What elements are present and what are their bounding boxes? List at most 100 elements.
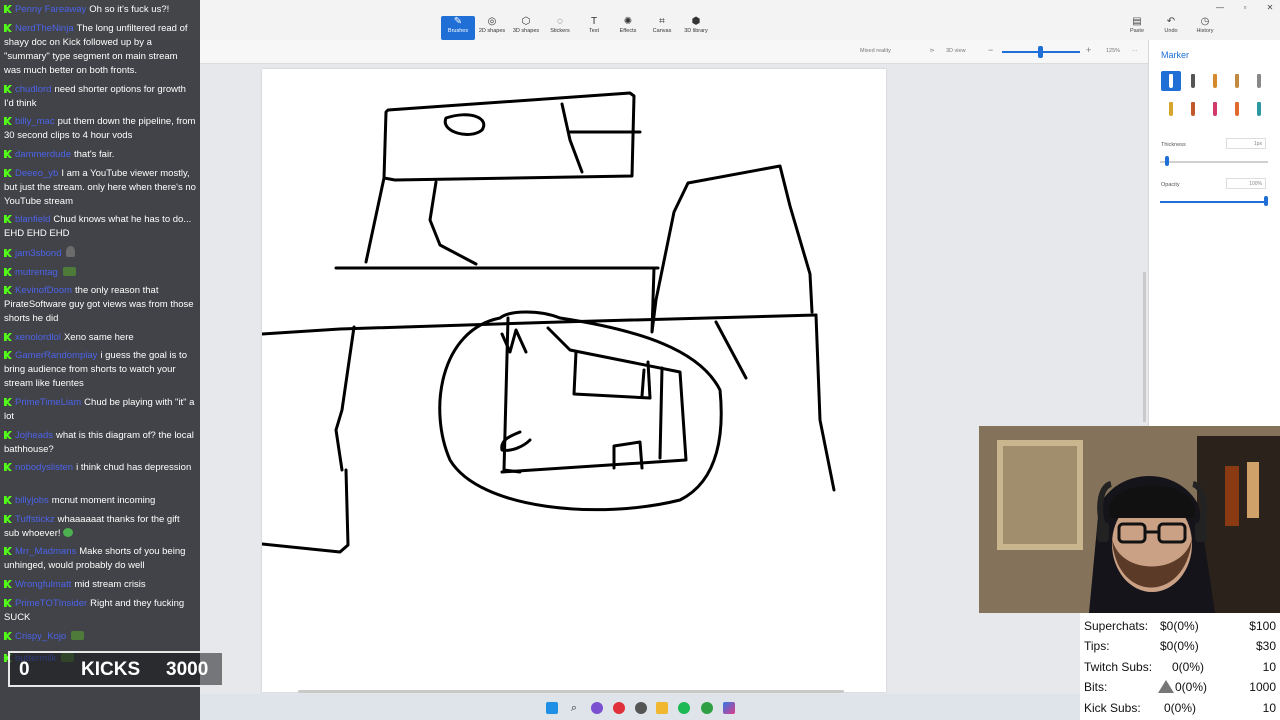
crayon-brush[interactable] <box>1205 99 1225 119</box>
text-tool[interactable]: T Text <box>577 16 611 40</box>
zoom-level: 125% <box>1106 48 1121 54</box>
thickness-input[interactable]: 1px <box>1226 138 1266 149</box>
brushes-tool[interactable]: ✎ Brushes <box>441 16 475 40</box>
chat-username[interactable]: Mrr_Madmans <box>15 546 76 557</box>
history-icon: ◷ <box>1200 16 1210 27</box>
chat-username[interactable]: NerdTheNinja <box>15 23 74 34</box>
chat-username[interactable]: mutrentag <box>15 267 58 278</box>
chat-username[interactable]: Tuffstickz <box>15 514 55 525</box>
chat-text: mid stream crisis <box>74 579 146 590</box>
opera-icon[interactable] <box>613 702 625 714</box>
pencil-brush[interactable] <box>1161 99 1181 119</box>
spotify-icon[interactable] <box>678 702 690 714</box>
maximize-icon[interactable]: ▫ <box>1237 3 1253 12</box>
chat-text: that's fair. <box>73 149 115 160</box>
chat-username[interactable]: dammerdude <box>15 149 71 160</box>
paste-button[interactable]: ▤ Paste <box>1121 16 1153 35</box>
chat-message: dammerdude that's fair. <box>4 148 196 162</box>
chat-username[interactable]: PrimeTimeLiam <box>15 397 81 408</box>
kick-icon <box>4 215 12 223</box>
drawing-canvas[interactable] <box>262 69 886 692</box>
search-icon[interactable]: ⌕ <box>568 702 580 714</box>
vertical-scrollbar[interactable] <box>1143 272 1146 422</box>
chat-message: Tuffstickz whaaaaaat thanks for the gift … <box>4 513 196 541</box>
canvas-tool[interactable]: ⌗ Canvas <box>645 16 679 40</box>
chat-text: Oh so it's fuck us?! <box>89 4 170 15</box>
spray-can-brush[interactable] <box>1227 99 1247 119</box>
horizontal-scrollbar[interactable] <box>298 690 844 693</box>
mixed-reality-button[interactable]: Mixed reality <box>860 48 891 54</box>
thickness-slider-thumb[interactable] <box>1165 156 1170 166</box>
kick-icon <box>4 85 12 93</box>
panel-title: Marker <box>1161 50 1190 60</box>
3d-view-button[interactable]: 3D view <box>946 48 966 54</box>
opacity-slider-thumb[interactable] <box>1264 196 1268 206</box>
oil-brush[interactable] <box>1205 71 1225 91</box>
xbox-icon[interactable] <box>701 702 713 714</box>
watercolor-brush[interactable] <box>1227 71 1247 91</box>
zoom-slider-thumb[interactable] <box>1038 46 1043 58</box>
3d-library-icon: ⬢ <box>691 16 701 27</box>
undo-button[interactable]: ↶ Undo <box>1155 16 1187 35</box>
sketch-drawing <box>262 91 836 554</box>
chat-username[interactable]: Deeeo_yb <box>15 168 58 179</box>
kick-icon <box>4 580 12 588</box>
minimize-icon[interactable]: — <box>1212 3 1228 12</box>
chat-username[interactable]: jam3sbond <box>15 248 61 259</box>
3d-library-tool[interactable]: ⬢ 3D library <box>679 16 713 40</box>
browser-icon[interactable] <box>591 702 603 714</box>
kick-icon <box>4 515 12 523</box>
2d-shapes-tool[interactable]: ◎ 2D shapes <box>475 16 509 40</box>
chat-username[interactable]: xenolordlol <box>15 332 61 343</box>
chat-username[interactable]: nobodyslisten <box>15 462 73 473</box>
chat-message: nobodyslisten i think chud has depression <box>4 461 196 475</box>
chrome-icon[interactable] <box>635 702 647 714</box>
3d-view-icon[interactable]: ⊳ <box>930 48 935 54</box>
kick-icon <box>4 169 12 177</box>
chat-username[interactable]: GamerRandomplay <box>15 350 97 361</box>
thickness-slider[interactable] <box>1160 161 1268 163</box>
stickers-tool[interactable]: ◌ Stickers <box>543 16 577 40</box>
calligraphy-pen-brush[interactable] <box>1183 71 1203 91</box>
chat-message: NerdTheNinja The long unfiltered read of … <box>4 22 196 78</box>
zoom-out-icon[interactable]: − <box>988 45 993 55</box>
fill-brush[interactable] <box>1249 99 1269 119</box>
crayon-icon <box>1213 102 1217 116</box>
history-button[interactable]: ◷ History <box>1189 16 1221 35</box>
fill-icon <box>1257 102 1261 116</box>
file-explorer-icon[interactable] <box>656 702 668 714</box>
chat-username[interactable]: Crispy_Kojo <box>15 631 66 642</box>
paint3d-icon[interactable] <box>723 702 735 714</box>
chat-username[interactable]: Jojheads <box>15 430 53 441</box>
opacity-slider[interactable] <box>1160 201 1268 203</box>
more-options-icon[interactable]: ··· <box>1132 48 1138 54</box>
chat-username[interactable]: PrimeTOTInsider <box>15 598 87 609</box>
chat-message: xenolordlol Xeno same here <box>4 331 196 345</box>
donation-goals: Superchats: $0(0%) $100 Tips: $0(0%) $30… <box>1080 613 1280 720</box>
3d-shapes-tool[interactable]: ⬡ 3D shapes <box>509 16 543 40</box>
calligraphy-pen-icon <box>1191 74 1195 88</box>
effects-tool[interactable]: ✺ Effects <box>611 16 645 40</box>
close-icon[interactable]: ✕ <box>1262 3 1278 12</box>
chat-username[interactable]: Penny Fareaway <box>15 4 86 15</box>
chat-username[interactable]: chudlord <box>15 84 51 95</box>
kicks-goal-bar: 0 KICKS 3000 <box>8 651 224 687</box>
eraser-icon <box>1191 102 1195 116</box>
chat-username[interactable]: billy_mac <box>15 116 55 127</box>
chat-username[interactable]: blanfield <box>15 214 50 225</box>
kick-icon <box>4 547 12 555</box>
opacity-input[interactable]: 100% <box>1226 178 1266 189</box>
pixel-pen-brush[interactable] <box>1249 71 1269 91</box>
chat-message: Crispy_Kojo <box>4 630 196 644</box>
zoom-in-icon[interactable]: + <box>1086 45 1091 55</box>
chat-username[interactable]: billyjobs <box>15 495 49 506</box>
chat-username[interactable]: KevinofDoom <box>15 285 72 296</box>
canvas-icon: ⌗ <box>659 16 665 27</box>
kick-icon <box>4 599 12 607</box>
kick-icon <box>4 632 12 640</box>
eraser-brush[interactable] <box>1183 99 1203 119</box>
chat-message: Jojheads what is this diagram of? the loc… <box>4 429 196 457</box>
windows-start-icon[interactable] <box>546 702 558 714</box>
marker-brush[interactable] <box>1161 71 1181 91</box>
chat-username[interactable]: Wrongfulmatt <box>15 579 71 590</box>
